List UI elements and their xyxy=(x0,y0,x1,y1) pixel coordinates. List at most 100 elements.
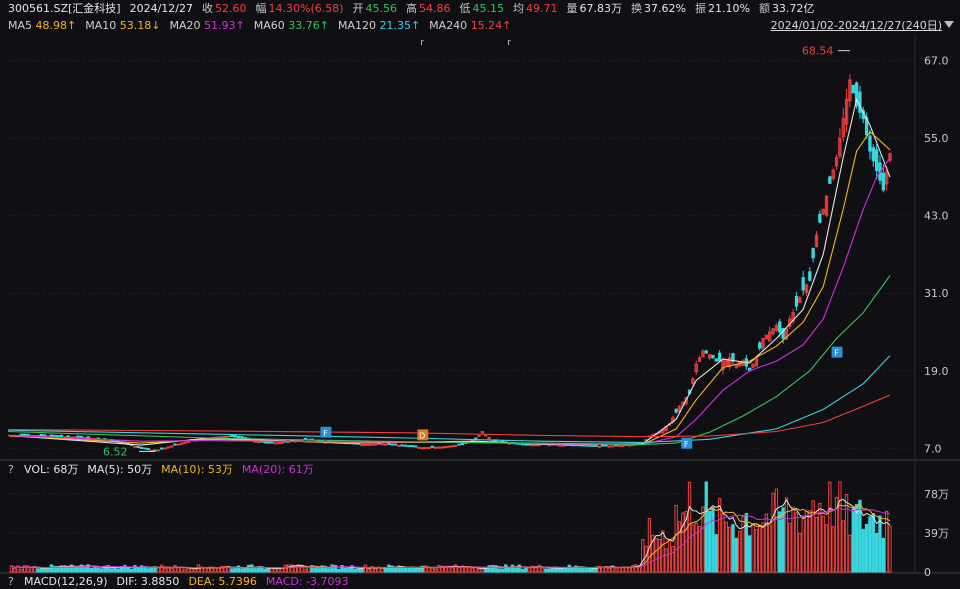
volume-bar xyxy=(49,564,54,573)
candle-body xyxy=(66,435,70,438)
candle-body xyxy=(454,444,458,447)
volume-bar xyxy=(253,568,257,573)
candle-body xyxy=(53,434,57,437)
volume-bar xyxy=(76,566,80,573)
candle-body xyxy=(621,444,625,447)
candle-body xyxy=(387,442,391,445)
volume-bar xyxy=(89,567,94,573)
help-icon[interactable]: ? xyxy=(8,463,20,476)
help-icon[interactable]: ? xyxy=(8,575,20,588)
candle-body xyxy=(240,436,244,439)
volume-bar xyxy=(734,537,738,573)
volume-tick-label: 78万 xyxy=(924,488,949,501)
small-marker: r xyxy=(507,38,511,48)
volume-bar xyxy=(343,567,348,573)
volume-bar xyxy=(828,481,832,573)
volume-bar xyxy=(160,564,164,573)
candle-body xyxy=(160,447,164,450)
y-tick-label: 19.0 xyxy=(924,365,949,378)
volume-bar xyxy=(109,568,114,573)
volume-bar xyxy=(407,567,411,573)
volume-bar xyxy=(497,568,501,573)
volume-bar xyxy=(303,568,308,573)
candle-body xyxy=(717,352,722,362)
volume-bar xyxy=(654,538,658,573)
vol-ma10: MA(10): 53万 xyxy=(161,463,233,476)
candle-body xyxy=(868,135,872,152)
candle-body xyxy=(400,444,404,447)
vol-ma20: MA(20): 61万 xyxy=(241,463,314,476)
candle-body xyxy=(173,443,177,446)
candle-body xyxy=(580,444,585,447)
macd-legend: ? MACD(12,26,9) DIF: 3.8850 DEA: 5.7396 … xyxy=(0,573,960,589)
volume-bar xyxy=(216,567,221,573)
volume-bar xyxy=(186,567,191,573)
volume-bar xyxy=(808,510,812,573)
volume-bar xyxy=(427,566,431,573)
candle-body xyxy=(380,443,384,446)
volume-bar xyxy=(557,567,561,573)
volume-bar xyxy=(707,510,712,573)
volume-bar xyxy=(848,534,852,573)
volume-bar xyxy=(854,504,859,573)
volume-bar xyxy=(99,568,104,573)
volume-bar xyxy=(804,510,809,573)
kline-chart[interactable]: 7.0 19.0 31.0 43.0 55.0 67.0 68.54 6.52 F D F Fr r 78… xyxy=(0,0,960,589)
volume-bar xyxy=(417,568,421,573)
candle-body xyxy=(808,271,812,281)
volume-bar xyxy=(737,530,742,573)
volume-bar xyxy=(544,568,548,573)
volume-bar xyxy=(691,524,695,573)
candle-body xyxy=(584,444,588,447)
volume-bar xyxy=(136,567,140,573)
volume-bar xyxy=(851,508,855,573)
volume-bar xyxy=(664,548,668,573)
volume-bar xyxy=(547,568,551,573)
volume-bar xyxy=(811,500,815,573)
volume-bar xyxy=(614,568,618,573)
volume-bar xyxy=(624,566,628,573)
volume-bar xyxy=(711,507,715,573)
volume-bar xyxy=(864,523,869,573)
candle-body xyxy=(383,443,388,446)
candle-body xyxy=(794,295,799,307)
candle-body xyxy=(440,446,444,449)
volume-bar xyxy=(467,567,471,573)
volume-bar xyxy=(751,523,755,573)
volume-bar xyxy=(190,568,194,573)
volume-bar xyxy=(327,568,331,573)
volume-bar xyxy=(330,564,334,573)
candle-body xyxy=(714,358,718,362)
volume-bar xyxy=(43,568,47,573)
volume-bar xyxy=(667,539,672,573)
candle-body xyxy=(270,441,274,444)
volume-bar xyxy=(821,515,825,573)
volume-bar xyxy=(29,568,34,573)
candle-body xyxy=(574,444,578,447)
volume-bar xyxy=(129,568,134,573)
volume-bar xyxy=(393,566,398,573)
candle-body xyxy=(674,408,678,413)
volume-bar xyxy=(317,568,321,573)
volume-bar xyxy=(337,568,341,573)
candle-body xyxy=(39,434,44,437)
volume-bar xyxy=(263,568,267,573)
volume-bar xyxy=(380,567,384,573)
volume-bar xyxy=(180,567,184,573)
volume-bar xyxy=(457,567,461,573)
volume-bar xyxy=(687,481,692,573)
volume-bar xyxy=(210,567,214,573)
volume-bar xyxy=(798,532,802,573)
candle-body xyxy=(594,444,598,447)
volume-bar xyxy=(580,567,585,573)
candle-body xyxy=(437,446,441,449)
candle-body xyxy=(397,444,401,447)
volume-bar xyxy=(838,481,842,573)
candle-body xyxy=(858,91,862,113)
candle-body xyxy=(166,446,171,449)
candle-body xyxy=(236,435,241,438)
y-tick-label: 55.0 xyxy=(924,132,949,145)
y-tick-label: 7.0 xyxy=(924,442,942,455)
volume-bar xyxy=(617,567,622,573)
volume-bar xyxy=(487,565,491,573)
